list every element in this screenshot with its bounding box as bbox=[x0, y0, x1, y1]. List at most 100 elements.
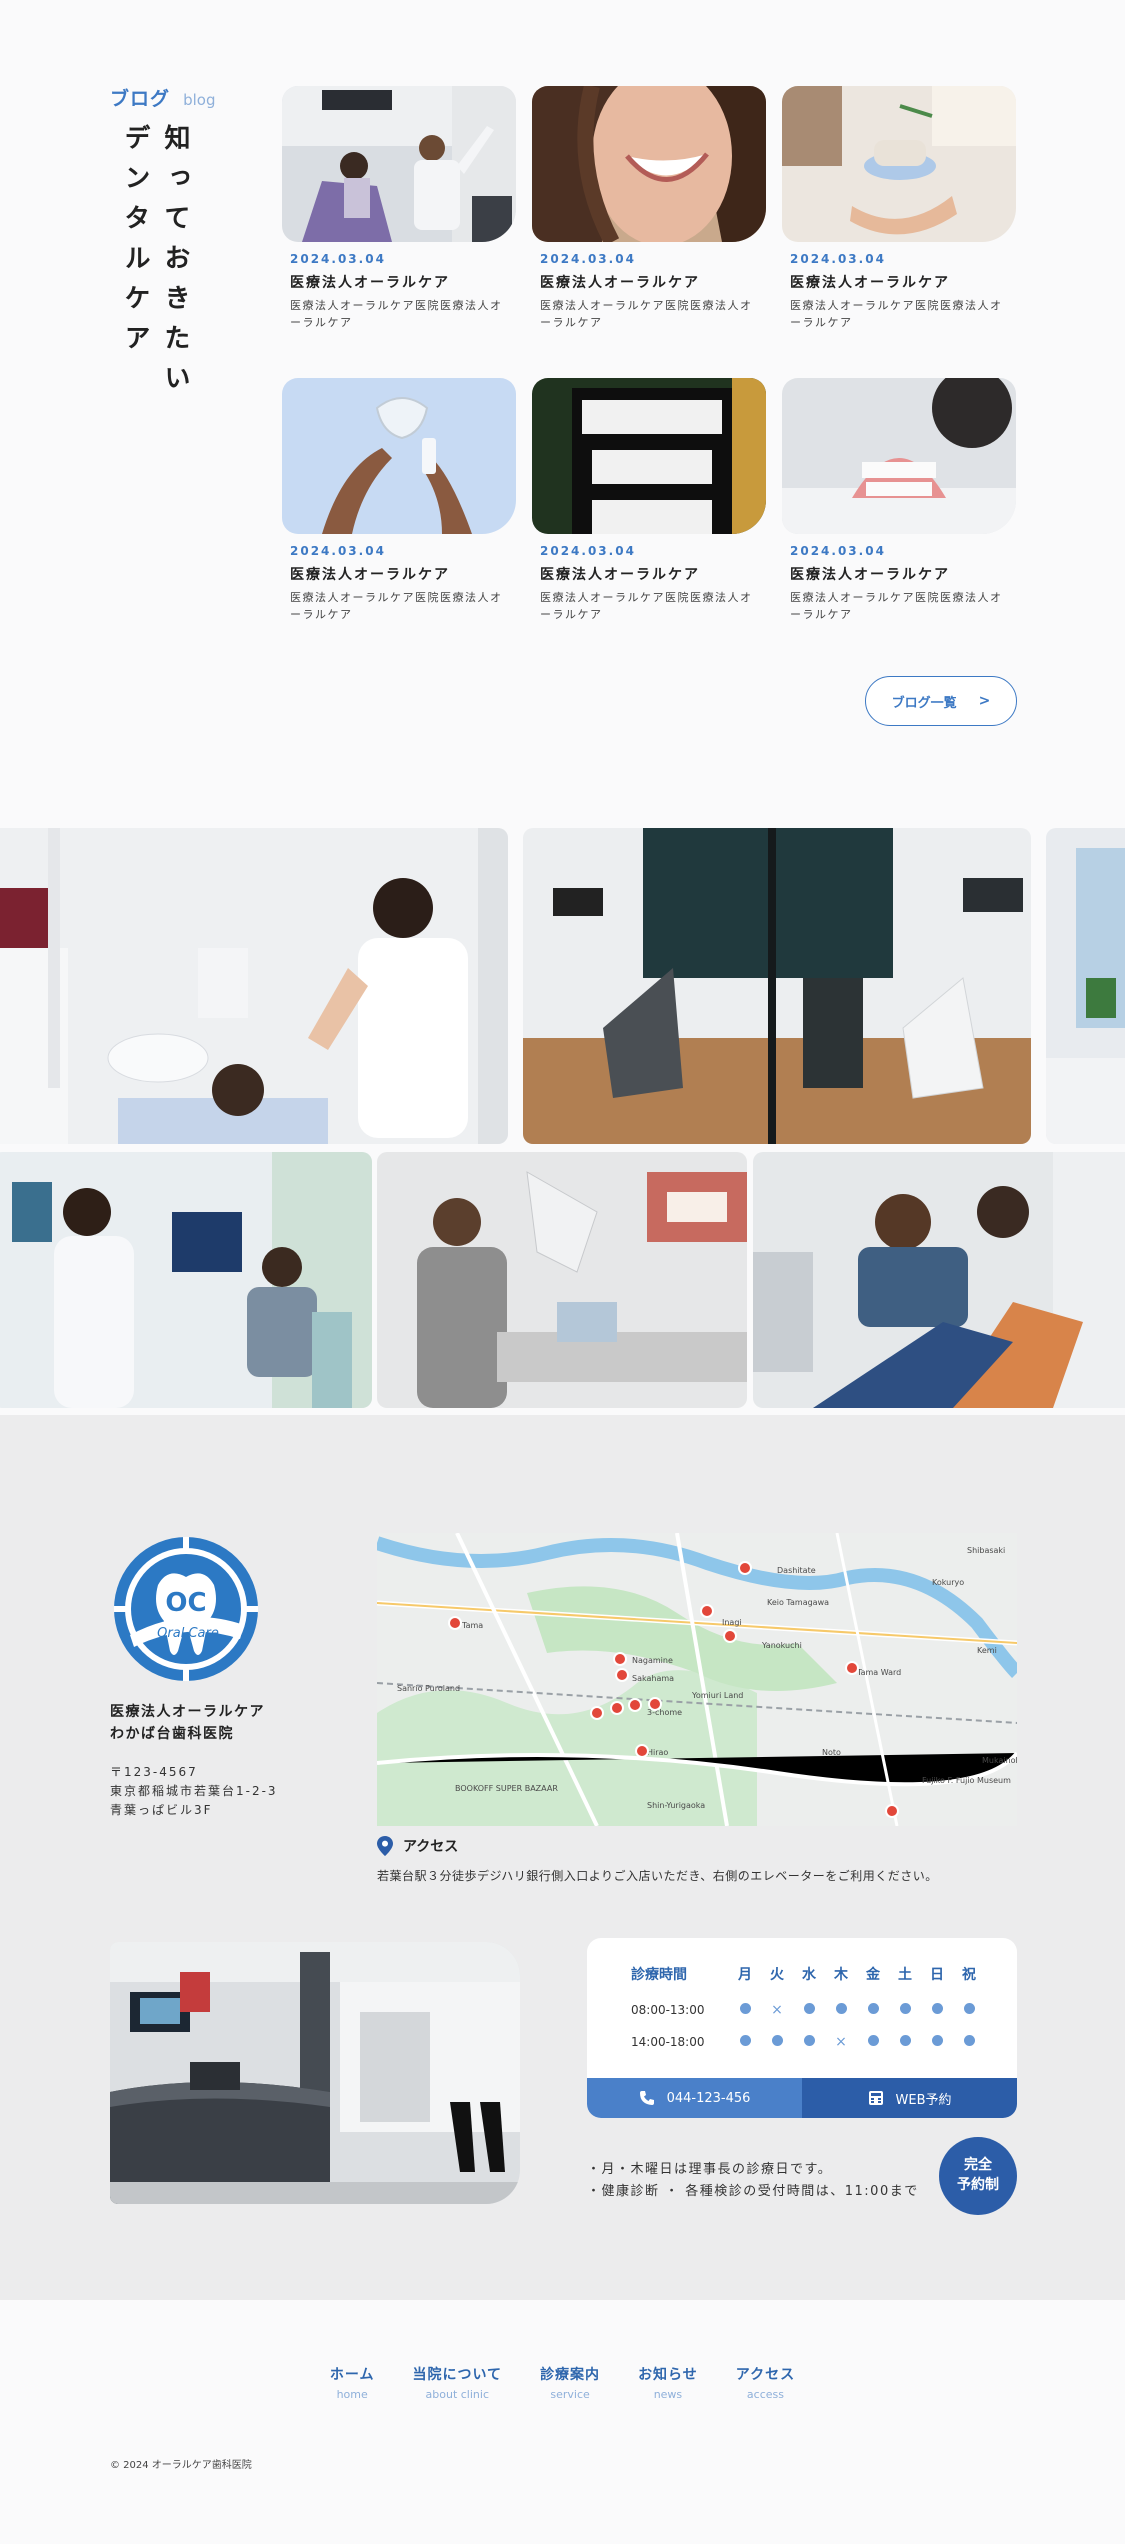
blog-date: 2024.03.04 bbox=[290, 544, 386, 558]
footer-nav-news[interactable]: お知らせ news bbox=[638, 2364, 698, 2401]
day-header: 水 bbox=[802, 1967, 816, 1983]
blog-title[interactable]: 医療法人オーラルケア bbox=[532, 564, 766, 584]
blog-heading: ブログ blog bbox=[110, 84, 216, 111]
map-marker-icon[interactable] bbox=[610, 1701, 624, 1715]
footer-nav-access[interactable]: アクセス access bbox=[736, 2364, 795, 2401]
map-marker-icon[interactable] bbox=[845, 1661, 859, 1675]
blog-thumbnail-smile[interactable] bbox=[532, 86, 766, 242]
blog-heading-ja: ブログ bbox=[110, 88, 171, 110]
map-marker-icon[interactable] bbox=[885, 1804, 899, 1818]
map-pin-icon bbox=[377, 1836, 393, 1856]
dot-icon bbox=[739, 2035, 751, 2046]
phone-button[interactable]: 044-123-456 bbox=[587, 2078, 802, 2118]
day-header: 月 bbox=[738, 1967, 752, 1983]
blog-excerpt: 医療法人オーラルケア医院医療法人オーラルケア bbox=[290, 299, 503, 329]
blog-list-button[interactable]: ブログ一覧 > bbox=[865, 676, 1017, 726]
note-line2: ・健康診断 ・ 各種検診の受付時間は、11:00まで bbox=[587, 2184, 919, 2200]
clinic-name: 医療法人オーラルケア わかば台歯科医院 bbox=[110, 1701, 265, 1746]
blog-card[interactable]: 2024.03.04 医療法人オーラルケア 医療法人オーラルケア医院医療法人オー… bbox=[282, 86, 516, 331]
blog-date: 2024.03.04 bbox=[540, 544, 636, 558]
footer-nav-service[interactable]: 診療案内 service bbox=[540, 2364, 600, 2401]
blog-thumbnail-dental-exam[interactable] bbox=[282, 86, 516, 242]
clinic-interior-photo bbox=[110, 1942, 520, 2204]
blog-title[interactable]: 医療法人オーラルケア bbox=[282, 272, 516, 292]
map-marker-icon[interactable] bbox=[635, 1744, 649, 1758]
logo-letters: OC bbox=[165, 1588, 206, 1618]
access-map[interactable]: Dashitate Keio Tamagawa Kokuryo Shibasaki In… bbox=[377, 1533, 1017, 1826]
map-place-label: Dashitate bbox=[777, 1566, 816, 1575]
blog-thumbnail-tooth-model[interactable] bbox=[782, 86, 1016, 242]
map-marker-icon[interactable] bbox=[613, 1652, 627, 1666]
footer-nav: ホーム home 当院について about clinic 診療案内 servic… bbox=[0, 2364, 1125, 2401]
map-marker-icon[interactable] bbox=[615, 1668, 629, 1682]
blog-thumbnail-lightbox[interactable] bbox=[532, 378, 766, 534]
blog-card[interactable]: 2024.03.04 医療法人オーラルケア 医療法人オーラルケア医院医療法人オー… bbox=[782, 378, 1016, 623]
map-place-label: Kokuryo bbox=[932, 1578, 964, 1587]
hours-header-label: 診療時間 bbox=[631, 1967, 687, 1983]
day-header: 木 bbox=[834, 1967, 848, 1983]
map-marker-icon[interactable] bbox=[628, 1698, 642, 1712]
map-place-label: Fujiko F. Fujio Museum bbox=[922, 1776, 1011, 1785]
map-place-label: Kemi bbox=[977, 1646, 997, 1655]
map-place-label: Shibasaki bbox=[967, 1546, 1005, 1555]
blog-date: 2024.03.04 bbox=[790, 252, 886, 266]
open-dot-icon bbox=[889, 1994, 921, 2026]
map-marker-icon[interactable] bbox=[700, 1604, 714, 1618]
map-place-label: Nagamine bbox=[632, 1656, 673, 1665]
dot-icon bbox=[803, 2035, 815, 2046]
map-place-label: Keio Tamagawa bbox=[767, 1598, 829, 1607]
blog-heading-en: blog bbox=[183, 91, 216, 109]
map-marker-icon[interactable] bbox=[448, 1616, 462, 1630]
open-dot-icon bbox=[793, 1994, 825, 2026]
footer-nav-label: アクセス bbox=[735, 2367, 796, 2383]
blog-card[interactable]: 2024.03.04 医療法人オーラルケア 医療法人オーラルケア医院医療法人オー… bbox=[532, 86, 766, 331]
blog-card[interactable]: 2024.03.04 医療法人オーラルケア 医療法人オーラルケア医院医療法人オー… bbox=[282, 378, 516, 623]
map-marker-icon[interactable] bbox=[590, 1706, 604, 1720]
map-place-label: Noto bbox=[822, 1748, 841, 1757]
blog-title[interactable]: 医療法人オーラルケア bbox=[282, 564, 516, 584]
postal-code: 〒123-4567 bbox=[110, 1765, 198, 1779]
map-marker-icon[interactable] bbox=[648, 1697, 662, 1711]
dot-icon bbox=[931, 2003, 943, 2014]
hours-notes: ・月・木曜日は理事長の診療日です。 ・健康診断 ・ 各種検診の受付時間は、11:… bbox=[587, 2159, 919, 2203]
photo-gallery bbox=[0, 820, 1125, 1415]
gallery-photo-microscope bbox=[377, 1152, 747, 1408]
footer-nav-sublabel: about clinic bbox=[425, 2388, 489, 2401]
blog-card[interactable]: 2024.03.04 医療法人オーラルケア 医療法人オーラルケア医院医療法人オー… bbox=[782, 86, 1016, 331]
dot-icon bbox=[931, 2035, 943, 2046]
map-place-label: Sanrio Puroland bbox=[397, 1684, 460, 1693]
dot-icon bbox=[963, 2003, 975, 2014]
open-dot-icon bbox=[729, 2026, 761, 2058]
map-place-label: Tama Ward bbox=[856, 1668, 901, 1677]
dot-icon bbox=[867, 2003, 879, 2014]
chevron-right-icon: > bbox=[978, 693, 991, 709]
dot-icon bbox=[899, 2035, 911, 2046]
day-header: 金 bbox=[866, 1967, 880, 1983]
blog-title[interactable]: 医療法人オーラルケア bbox=[532, 272, 766, 292]
footer-nav-sublabel: home bbox=[336, 2388, 368, 2401]
web-reservation-button[interactable]: WEB予約 bbox=[802, 2078, 1017, 2118]
footer-nav-about[interactable]: 当院について about clinic bbox=[412, 2364, 502, 2401]
dot-icon bbox=[867, 2035, 879, 2046]
footer-nav-sublabel: news bbox=[653, 2388, 683, 2401]
address-line2: 青葉っぱビル3F bbox=[110, 1803, 213, 1818]
dot-icon bbox=[803, 2003, 815, 2014]
map-marker-icon[interactable] bbox=[738, 1561, 752, 1575]
day-header: 土 bbox=[898, 1967, 912, 1983]
blog-title[interactable]: 医療法人オーラルケア bbox=[782, 564, 1016, 584]
blog-date: 2024.03.04 bbox=[290, 252, 386, 266]
blog-thumbnail-denture-model[interactable] bbox=[782, 378, 1016, 534]
footer-nav-home[interactable]: ホーム home bbox=[330, 2364, 375, 2401]
hours-table: 診療時間 月 火 水 木 金 土 日 祝 08:00-13:00 × 14:00-18:00 × bbox=[631, 1964, 985, 2058]
blog-thumbnail-aligner[interactable] bbox=[282, 378, 516, 534]
blog-card[interactable]: 2024.03.04 医療法人オーラルケア 医療法人オーラルケア医院医療法人オー… bbox=[532, 378, 766, 623]
blog-title[interactable]: 医療法人オーラルケア bbox=[782, 272, 1016, 292]
blog-list-label: ブログ一覧 bbox=[891, 695, 957, 711]
open-dot-icon bbox=[729, 1994, 761, 2026]
map-marker-icon[interactable] bbox=[723, 1629, 737, 1643]
clinic-info-section: OC Oral Care 医療法人オーラルケア わかば台歯科医院 〒123-45… bbox=[0, 1415, 1125, 2300]
hours-row: 14:00-18:00 × bbox=[631, 2026, 985, 2058]
open-dot-icon bbox=[953, 2026, 985, 2058]
blog-excerpt: 医療法人オーラルケア医院医療法人オーラルケア bbox=[290, 591, 503, 621]
footer-nav-label: ホーム bbox=[329, 2367, 375, 2383]
